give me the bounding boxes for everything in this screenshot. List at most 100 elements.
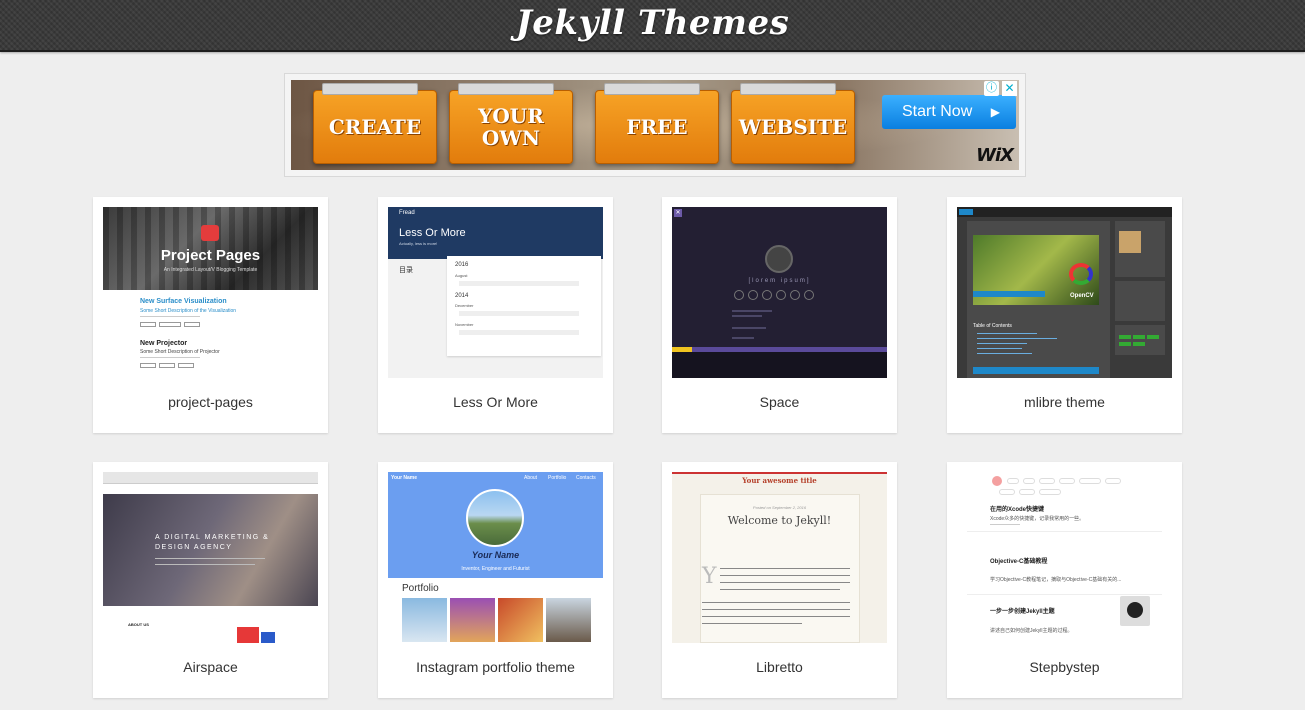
theme-thumbnail[interactable]: Your Name About Portfolio Contacts Your … bbox=[388, 472, 603, 643]
preview-section-title: Portfolio bbox=[402, 583, 439, 594]
theme-thumbnail[interactable]: Project Pages An Integrated Layout/V Blo… bbox=[103, 207, 318, 378]
preview-site-title: Your awesome title bbox=[742, 476, 817, 485]
preview-image-blue bbox=[261, 632, 275, 643]
theme-card-stepbystep[interactable]: 在用的Xcode快捷键 Xcode众多的快捷键，记录我常用的一些。 Object… bbox=[947, 462, 1182, 698]
preview-link bbox=[732, 337, 754, 339]
avatar bbox=[765, 245, 793, 273]
preview-year: 2016 bbox=[455, 262, 469, 268]
theme-thumbnail[interactable]: Fread Less Or More Actually, less is mor… bbox=[388, 207, 603, 378]
tag bbox=[1119, 342, 1131, 346]
tag-pill bbox=[1007, 478, 1019, 484]
theme-card-title[interactable]: Space bbox=[662, 394, 897, 410]
theme-card-title[interactable]: Instagram portfolio theme bbox=[378, 659, 613, 675]
ad-cta-label: Start Now bbox=[902, 103, 973, 120]
theme-card-less-or-more[interactable]: Fread Less Or More Actually, less is mor… bbox=[378, 197, 613, 433]
preview-read-more-button bbox=[973, 367, 1099, 374]
preview-badge: OpenCV bbox=[1070, 293, 1094, 299]
preview-month: November bbox=[455, 322, 474, 327]
preview-post-title: New Surface Visualization bbox=[140, 298, 227, 305]
social-icon bbox=[734, 290, 744, 300]
social-icon bbox=[762, 290, 772, 300]
preview-text-line bbox=[702, 602, 850, 603]
preview-link bbox=[732, 327, 766, 329]
preview-navbar bbox=[957, 207, 1172, 217]
preview-month: December bbox=[455, 303, 474, 308]
tag-pill bbox=[1039, 478, 1055, 484]
preview-text-line bbox=[720, 589, 840, 590]
theme-thumbnail[interactable]: 在用的Xcode快捷键 Xcode众多的快捷键，记录我常用的一些。 Object… bbox=[957, 472, 1172, 643]
theme-thumbnail[interactable]: Your awesome title Posted on September 2… bbox=[672, 472, 887, 643]
tag-pill bbox=[1059, 478, 1075, 484]
ad-image[interactable]: CREATE YOUR OWN FREE WEBSITE Start Now ▶… bbox=[291, 80, 1019, 170]
preview-post-title: 在用的Xcode快捷键 bbox=[990, 507, 1045, 513]
site-title[interactable]: Jekyll Themes bbox=[0, 0, 1305, 48]
toc-link bbox=[977, 348, 1022, 349]
preview-post-subtitle: 学习Objective-C教程笔记，摘取与Objective-C基础有关的... bbox=[990, 577, 1122, 583]
theme-thumbnail[interactable]: A DIGITAL MARKETING & DESIGN AGENCY ABOU… bbox=[103, 472, 318, 643]
preview-hero-title: DESIGN AGENCY bbox=[155, 544, 233, 551]
toc-link bbox=[977, 333, 1037, 334]
tag bbox=[1133, 335, 1145, 339]
preview-photo bbox=[546, 598, 591, 642]
social-icon bbox=[776, 290, 786, 300]
tag bbox=[178, 363, 194, 368]
play-arrow-icon: ▶ bbox=[990, 105, 1000, 119]
theme-thumbnail[interactable]: ✕ [lorem ipsum] bbox=[672, 207, 887, 378]
preview-hero-subtitle: Inventor, Engineer and Futurist bbox=[461, 566, 530, 572]
wix-logo: WiX bbox=[976, 145, 1014, 166]
theme-card-title[interactable]: Stepbystep bbox=[947, 659, 1182, 675]
preview-photo bbox=[450, 598, 495, 642]
tag bbox=[140, 322, 156, 327]
preview-post-row bbox=[459, 281, 579, 286]
preview-post-title: Objective-C基础教程 bbox=[990, 559, 1048, 565]
theme-thumbnail[interactable]: OpenCV Table of Contents bbox=[957, 207, 1172, 378]
theme-card-title[interactable]: Libretto bbox=[662, 659, 897, 675]
preview-link bbox=[732, 310, 772, 312]
tag bbox=[159, 363, 175, 368]
preview-nav-brand: Your Name bbox=[391, 475, 418, 481]
theme-card-instagram-portfolio-theme[interactable]: Your Name About Portfolio Contacts Your … bbox=[378, 462, 613, 698]
ad-folder-text: WEBSITE bbox=[738, 115, 848, 139]
ad-folder-text: OWN bbox=[481, 126, 541, 150]
toc-link bbox=[977, 343, 1027, 344]
preview-banner-subtitle: An Integrated Layout/V Blogging Template bbox=[163, 267, 258, 273]
toc-link bbox=[977, 353, 1032, 354]
theme-card-title[interactable]: Airspace bbox=[93, 659, 328, 675]
preview-post-date: Posted on September 2, 2016 bbox=[752, 505, 807, 510]
theme-card-title[interactable]: project-pages bbox=[93, 394, 328, 410]
social-icon bbox=[748, 290, 758, 300]
home-icon bbox=[959, 209, 973, 215]
preview-caption-bar bbox=[973, 291, 1045, 297]
theme-card-space[interactable]: ✕ [lorem ipsum] Space bbox=[662, 197, 897, 433]
preview-link bbox=[732, 315, 762, 317]
octocat-head bbox=[1127, 602, 1143, 618]
social-icon bbox=[790, 290, 800, 300]
close-icon[interactable]: ✕ bbox=[1002, 81, 1017, 96]
preview-browser-chrome bbox=[103, 472, 318, 484]
info-icon[interactable]: ⓘ bbox=[984, 81, 999, 96]
ad-folder-website: WEBSITE bbox=[731, 83, 855, 164]
theme-card-libretto[interactable]: Your awesome title Posted on September 2… bbox=[662, 462, 897, 698]
preview-year: 2014 bbox=[455, 293, 469, 299]
ad-folder-text: CREATE bbox=[328, 115, 422, 139]
ad-folder-your-own: YOUR OWN bbox=[449, 83, 573, 164]
theme-card-project-pages[interactable]: Project Pages An Integrated Layout/V Blo… bbox=[93, 197, 328, 433]
preview-post-subtitle: 讲述自己如何创建Jekyll主题的过程。 bbox=[990, 628, 1073, 634]
social-icon bbox=[804, 290, 814, 300]
ad-start-now-button[interactable]: Start Now ▶ bbox=[882, 95, 1016, 129]
ad-banner[interactable]: CREATE YOUR OWN FREE WEBSITE Start Now ▶… bbox=[284, 73, 1026, 177]
theme-card-airspace[interactable]: A DIGITAL MARKETING & DESIGN AGENCY ABOU… bbox=[93, 462, 328, 698]
preview-banner-title: Project Pages bbox=[160, 247, 261, 264]
preview-post-title: Welcome to Jekyll! bbox=[727, 514, 832, 527]
divider bbox=[967, 594, 1162, 595]
site-header: Jekyll Themes bbox=[0, 0, 1305, 52]
preview-toc-label: 目录 bbox=[399, 267, 413, 274]
preview-sidebar-list bbox=[1115, 281, 1165, 321]
theme-card-mlibre-theme[interactable]: OpenCV Table of Contents mlibre theme bbox=[947, 197, 1182, 433]
ad-folder-create: CREATE bbox=[313, 83, 437, 164]
theme-card-title[interactable]: Less Or More bbox=[378, 394, 613, 410]
theme-card-title[interactable]: mlibre theme bbox=[947, 394, 1182, 410]
preview-photo bbox=[402, 598, 447, 642]
preview-hero-text bbox=[155, 564, 255, 565]
ad-folder-text: FREE bbox=[626, 115, 688, 139]
